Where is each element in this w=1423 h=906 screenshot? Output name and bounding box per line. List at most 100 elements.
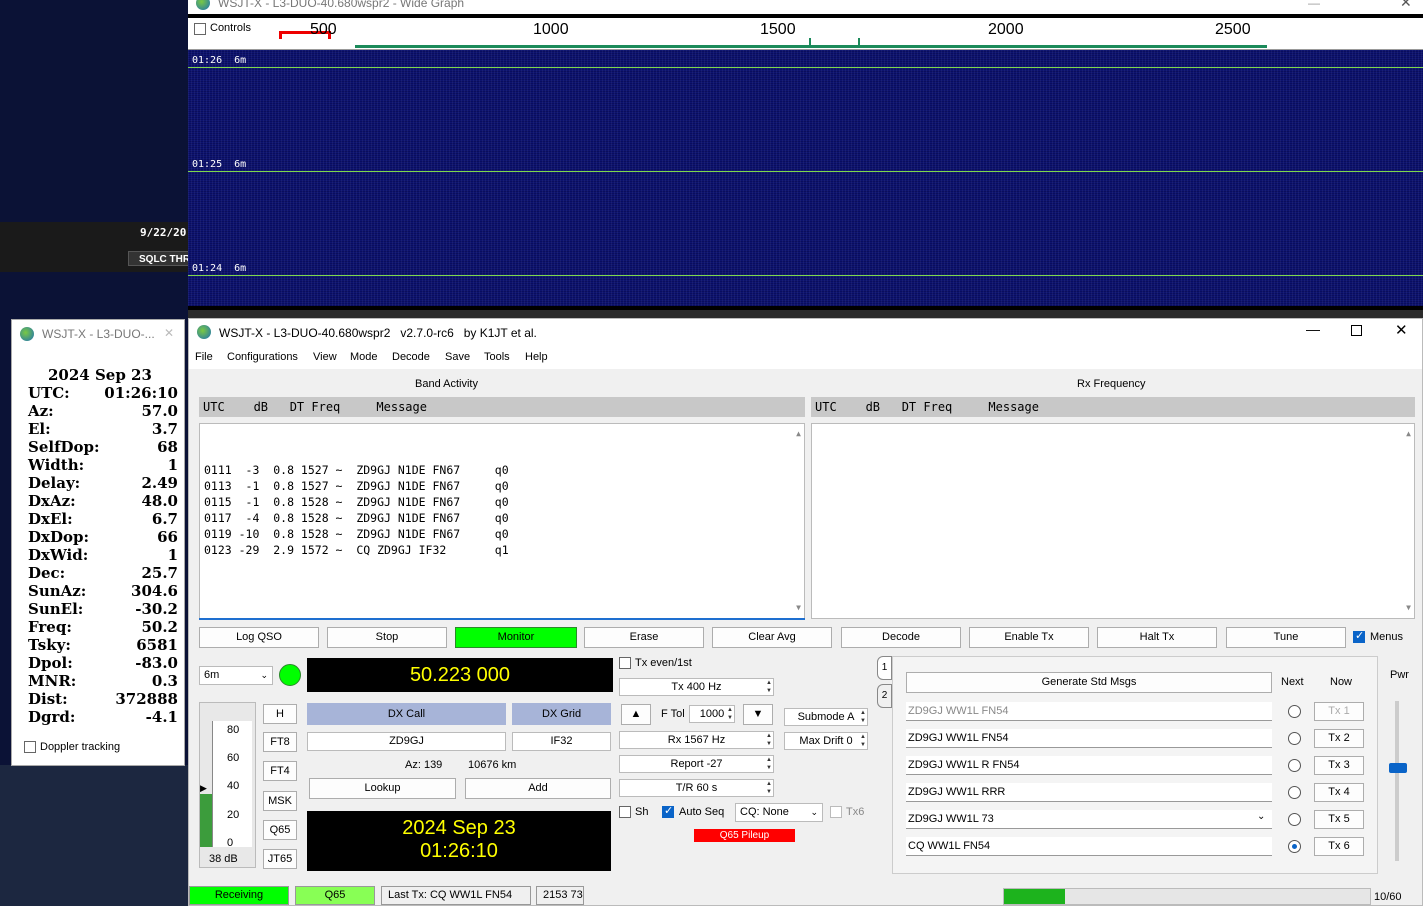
f-tol-spinbox[interactable]: 1000 — [689, 705, 735, 723]
tx-down-button[interactable]: ▼ — [743, 704, 773, 725]
next-tx4-radio[interactable] — [1288, 786, 1301, 799]
tx6-checkbox[interactable] — [830, 806, 842, 818]
meter-tick-40: 40 — [227, 780, 240, 792]
enable-tx-button[interactable]: Enable Tx — [969, 627, 1089, 648]
menu-help[interactable]: Help — [525, 351, 548, 363]
tx6-button[interactable]: Tx 6 — [1314, 837, 1364, 856]
monitor-button[interactable]: Monitor — [455, 627, 577, 648]
doppler-tracking-checkbox[interactable] — [24, 741, 36, 753]
dx-call-input[interactable]: ZD9GJ — [307, 732, 506, 751]
chevron-down-icon[interactable]: ⌄ — [1257, 811, 1265, 822]
sh-checkbox[interactable] — [619, 806, 631, 818]
tx1-message-input[interactable]: ZD9GJ WW1L FN54 — [906, 702, 1272, 721]
tx4-button[interactable]: Tx 4 — [1314, 783, 1364, 802]
decode-row[interactable]: 0123 -29 2.9 1572 ~ CQ ZD9GJ IF32 q1 — [204, 542, 804, 558]
chevron-down-icon: ⌄ — [260, 670, 268, 680]
tx-freq-spinbox[interactable]: Tx 400 Hz — [619, 678, 774, 696]
max-drift-spinbox[interactable]: Max Drift 0 — [784, 732, 868, 750]
dx-grid-input[interactable]: IF32 — [512, 732, 611, 751]
now-label: Now — [1330, 676, 1353, 688]
decode-row[interactable]: 0115 -1 0.8 1528 ~ ZD9GJ N1DE FN67 q0 — [204, 494, 804, 510]
next-tx3-radio[interactable] — [1288, 759, 1301, 772]
main-window: WSJT-X - L3-DUO-40.680wspr2 v2.7.0-rc6 b… — [188, 318, 1423, 906]
astro-value: 0.3 — [151, 672, 178, 690]
add-button[interactable]: Add — [465, 778, 611, 799]
menu-tools[interactable]: Tools — [484, 351, 510, 363]
menu-view[interactable]: View — [313, 351, 337, 363]
maximize-icon[interactable] — [1351, 325, 1362, 336]
decode-button[interactable]: Decode — [841, 627, 961, 648]
tx2-button[interactable]: Tx 2 — [1314, 729, 1364, 748]
controls-checkbox[interactable] — [194, 23, 206, 35]
scroll-up-icon[interactable]: ▲ — [796, 426, 801, 442]
astro-value: 50.2 — [141, 618, 178, 636]
erase-button[interactable]: Erase — [584, 627, 704, 648]
waterfall-time-3: 01:24 6m — [192, 263, 247, 274]
next-tx6-radio[interactable] — [1288, 840, 1301, 853]
mode-h-button[interactable]: H — [263, 704, 297, 724]
tx5-message-input[interactable]: ZD9GJ WW1L 73 — [906, 810, 1272, 829]
waterfall-display[interactable]: 01:26 6m 01:25 6m 01:24 6m — [188, 50, 1423, 306]
stop-button[interactable]: Stop — [327, 627, 447, 648]
menu-file[interactable]: File — [195, 351, 213, 363]
scroll-down-icon[interactable]: ▼ — [1406, 600, 1411, 616]
tab-1[interactable]: 1 — [877, 656, 892, 680]
tx3-message-input[interactable]: ZD9GJ WW1L R FN54 — [906, 756, 1272, 775]
mode-ft4-button[interactable]: FT4 — [263, 761, 297, 781]
tx-even-checkbox[interactable] — [619, 657, 631, 669]
log-qso-button[interactable]: Log QSO — [199, 627, 319, 648]
astro-value: 25.7 — [141, 564, 178, 582]
tr-period-spinbox[interactable]: T/R 60 s — [619, 779, 774, 797]
decode-row[interactable]: 0117 -4 0.8 1528 ~ ZD9GJ N1DE FN67 q0 — [204, 510, 804, 526]
cq-select[interactable]: CQ: None ⌄ — [735, 803, 823, 822]
menu-decode[interactable]: Decode — [392, 351, 430, 363]
close-icon[interactable]: ✕ — [164, 326, 174, 340]
decode-row[interactable]: 0119 -10 0.8 1528 ~ ZD9GJ N1DE FN67 q0 — [204, 526, 804, 542]
mode-msk-button[interactable]: MSK — [263, 791, 297, 811]
rx-freq-spinbox[interactable]: Rx 1567 Hz — [619, 731, 774, 749]
tx2-message-input[interactable]: ZD9GJ WW1L FN54 — [906, 729, 1272, 748]
generate-std-msgs-button[interactable]: Generate Std Msgs — [906, 672, 1272, 693]
next-tx2-radio[interactable] — [1288, 732, 1301, 745]
scale-label-500: 500 — [310, 21, 337, 38]
tx-up-button[interactable]: ▲ — [621, 704, 651, 725]
pwr-slider-handle[interactable] — [1389, 763, 1407, 773]
tx1-button[interactable]: Tx 1 — [1314, 702, 1364, 721]
tune-button[interactable]: Tune — [1226, 627, 1346, 648]
rx-frequency-list[interactable]: ▲ ▼ — [811, 423, 1415, 619]
close-icon[interactable]: ✕ — [1395, 321, 1408, 339]
lookup-button[interactable]: Lookup — [309, 778, 456, 799]
menu-configurations[interactable]: Configurations — [227, 351, 298, 363]
menus-checkbox[interactable] — [1353, 629, 1365, 643]
next-tx1-radio[interactable] — [1288, 705, 1301, 718]
mode-q65-button[interactable]: Q65 — [263, 820, 297, 840]
mode-ft8-button[interactable]: FT8 — [263, 732, 297, 752]
auto-seq-checkbox[interactable] — [662, 804, 674, 818]
menu-mode[interactable]: Mode — [350, 351, 378, 363]
submode-spinbox[interactable]: Submode A — [784, 708, 868, 726]
scroll-up-icon[interactable]: ▲ — [1406, 426, 1411, 442]
doppler-tracking-label: Doppler tracking — [40, 741, 121, 753]
astro-value: 66 — [157, 528, 178, 546]
pwr-slider-track[interactable] — [1395, 701, 1399, 861]
tx-band-line — [355, 45, 1267, 48]
tx4-message-input[interactable]: ZD9GJ WW1L RRR — [906, 783, 1272, 802]
report-spinbox[interactable]: Report -27 — [619, 755, 774, 773]
minimize-icon[interactable]: — — [1308, 0, 1320, 10]
scroll-down-icon[interactable]: ▼ — [796, 600, 801, 616]
band-select[interactable]: 6m ⌄ — [199, 666, 273, 685]
decode-row[interactable]: 0113 -1 0.8 1527 ~ ZD9GJ N1DE FN67 q0 — [204, 478, 804, 494]
tx6-message-input[interactable]: CQ WW1L FN54 — [906, 837, 1272, 856]
close-icon[interactable]: ✕ — [1400, 0, 1412, 9]
tx3-button[interactable]: Tx 3 — [1314, 756, 1364, 775]
band-activity-list[interactable]: 0111 -3 0.8 1527 ~ ZD9GJ N1DE FN67 q0 011… — [199, 423, 805, 619]
minimize-icon[interactable]: — — [1306, 321, 1320, 337]
tx5-button[interactable]: Tx 5 — [1314, 810, 1364, 829]
next-tx5-radio[interactable] — [1288, 813, 1301, 826]
mode-jt65-button[interactable]: JT65 — [263, 849, 297, 869]
menu-save[interactable]: Save — [445, 351, 470, 363]
halt-tx-button[interactable]: Halt Tx — [1097, 627, 1217, 648]
clear-avg-button[interactable]: Clear Avg — [712, 627, 832, 648]
decode-row[interactable]: 0111 -3 0.8 1527 ~ ZD9GJ N1DE FN67 q0 — [204, 462, 804, 478]
tab-2[interactable]: 2 — [877, 684, 892, 708]
